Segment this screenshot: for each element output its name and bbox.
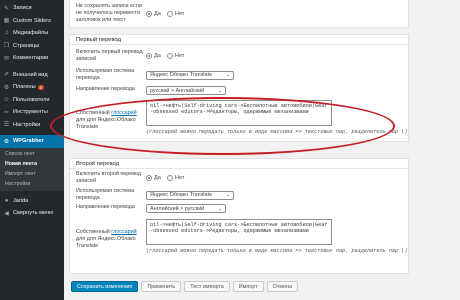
- section-title: Второй перевод: [70, 159, 408, 169]
- sidebar-item-users[interactable]: ☺ Пользователи: [0, 94, 64, 107]
- collapse-menu-button[interactable]: ◀ Свернуть меню: [0, 207, 64, 220]
- sidebar-item-comments[interactable]: ✉ Комментарии: [0, 52, 64, 65]
- sidebar-item-label: Страницы: [13, 42, 40, 49]
- system-label: Используемая система перевода: [76, 68, 134, 81]
- enable-second-no-radio[interactable]: [166, 175, 173, 181]
- sidebar-item-tools[interactable]: ✂ Инструменты: [0, 106, 64, 119]
- sidebar-item-custom-sliders[interactable]: ▦ Custom Sliders: [0, 15, 64, 28]
- skip-untranslated-no-radio[interactable]: [166, 11, 173, 17]
- first-translation-panel: Первый перевод Включить первый перевод з…: [69, 34, 409, 142]
- second-glossary-textarea[interactable]: oil->нефть|Self-driving cars->Беспилотны…: [146, 219, 332, 245]
- top-settings-panel: Не сохранять записи если не получилось п…: [69, 0, 409, 28]
- skip-untranslated-label: Не сохранять записи если не получилось п…: [76, 3, 142, 23]
- wpgrabber-icon: ⚙: [3, 138, 10, 145]
- sidebar-item-appearance[interactable]: ✐ Внешний вид: [0, 69, 64, 82]
- second-direction-select[interactable]: Английский > русский ⌄: [146, 204, 226, 213]
- apply-button[interactable]: Применить: [141, 281, 182, 292]
- glossary-hint: (глоссарий можно передать только в виде …: [146, 248, 408, 254]
- glossary-hint: (глоссарий можно передать только в виде …: [146, 129, 408, 135]
- first-glossary-textarea[interactable]: oil->нефть|Self-driving cars->Беспилотны…: [146, 100, 332, 126]
- radio-label: Нет: [174, 53, 185, 59]
- radio-label: Нет: [174, 11, 185, 17]
- pin-icon: ✎: [3, 5, 10, 12]
- chevron-down-icon: ⌄: [225, 72, 230, 78]
- enable-second-label: Включить второй перевод записей: [76, 171, 142, 184]
- glossary-label: Собственный глоссарий для для Яндекс.Обл…: [76, 229, 137, 249]
- comments-icon: ✉: [3, 55, 10, 62]
- sidebar-item-wpgrabber[interactable]: ⚙ WPGrabber: [0, 135, 64, 148]
- select-value: Яндекс.Облако Translate: [150, 192, 212, 198]
- users-icon: ☺: [3, 96, 10, 103]
- direction-label: Направление перевода: [76, 86, 135, 92]
- form-actions: Сохранить изменения Применить Тест импор…: [71, 281, 298, 292]
- direction-label: Направление перевода: [76, 204, 135, 210]
- settings-icon: ☰: [3, 122, 10, 129]
- select-value: Яндекс.Облако Translate: [150, 72, 212, 78]
- second-translation-panel: Второй перевод Включить второй перевод з…: [69, 158, 409, 274]
- sidebar-item-label: Custom Sliders: [13, 17, 51, 24]
- sidebar-item-label: Записи: [13, 5, 32, 12]
- admin-sidebar: ✎ Записи ▦ Custom Sliders ♫ Медиафайлы ❐ Стр…: [0, 0, 64, 300]
- first-system-select[interactable]: Яндекс.Облако Translate ⌄: [146, 70, 234, 80]
- sidebar-item-label: Комментарии: [13, 55, 49, 62]
- skip-untranslated-yes-radio[interactable]: [146, 11, 152, 17]
- cancel-button[interactable]: Отмена: [266, 281, 298, 292]
- radio-label: Нет: [174, 175, 185, 181]
- grid-icon: ▦: [3, 18, 10, 25]
- second-system-select[interactable]: Яндекс.Облако Translate ⌄: [146, 190, 234, 200]
- media-icon: ♫: [4, 30, 9, 37]
- select-value: русский > Английский: [150, 87, 205, 94]
- update-count-badge: 5: [37, 84, 44, 90]
- glossary-link[interactable]: глоссарий: [111, 110, 136, 116]
- submenu-item-settings[interactable]: Настройки: [0, 179, 64, 189]
- sidebar-item-plugins[interactable]: ⚙ Плагины 5: [0, 81, 64, 94]
- tools-icon: ✂: [3, 109, 10, 116]
- test-import-button[interactable]: Тест импорта: [184, 281, 230, 292]
- brush-icon: ✐: [3, 72, 10, 79]
- wpgrabber-submenu: Список лент Новая лента Импорт лент Наст…: [0, 147, 64, 191]
- enable-second-yes-radio[interactable]: [146, 175, 152, 181]
- glossary-link[interactable]: глоссарий: [111, 229, 136, 235]
- first-direction-select[interactable]: русский > Английский ⌄: [146, 86, 226, 95]
- sidebar-item-pages[interactable]: ❐ Страницы: [0, 40, 64, 53]
- radio-label: Да: [154, 11, 161, 17]
- collapse-icon: ◀: [4, 210, 9, 217]
- enable-first-label: Включить первый перевод записей: [76, 49, 143, 62]
- save-button[interactable]: Сохранить изменения: [71, 281, 139, 292]
- sidebar-item-media[interactable]: ♫ Медиафайлы: [0, 27, 64, 40]
- system-label: Используемая система перевода: [76, 188, 134, 201]
- main-content: Не сохранять записи если не получилось п…: [64, 0, 460, 300]
- enable-first-yes-radio[interactable]: [146, 53, 152, 59]
- section-title: Первый перевод: [70, 35, 408, 45]
- sidebar-item-label: Пользователи: [13, 96, 50, 103]
- chevron-down-icon: ⌄: [225, 192, 230, 198]
- enable-first-no-radio[interactable]: [166, 53, 173, 59]
- sidebar-item-settings[interactable]: ☰ Настройки: [0, 119, 64, 132]
- sidebar-item-label: WPGrabber: [13, 138, 44, 145]
- submenu-item-import-feeds[interactable]: Импорт лент: [0, 169, 64, 179]
- submenu-item-new-feed[interactable]: Новая лента: [0, 159, 64, 169]
- chevron-down-icon: ⌄: [217, 205, 222, 212]
- sidebar-item-label: Свернуть меню: [13, 210, 54, 217]
- select-value: Английский > русский: [150, 205, 205, 212]
- sidebar-item-jarida[interactable]: ● Jarida: [0, 195, 64, 208]
- sidebar-item-label: Медиафайлы: [13, 30, 49, 37]
- radio-label: Да: [154, 175, 161, 181]
- jarida-icon: ●: [4, 197, 9, 204]
- sidebar-item-label: Плагины: [13, 84, 36, 91]
- sidebar-item-label: Внешний вид: [13, 71, 48, 78]
- glossary-label: Собственный глоссарий для для Яндекс.Обл…: [76, 110, 137, 130]
- plugin-icon: ⚙: [3, 84, 10, 91]
- chevron-down-icon: ⌄: [217, 87, 222, 94]
- sidebar-item-label: Настройки: [13, 121, 41, 128]
- import-button[interactable]: Импорт: [232, 281, 264, 292]
- sidebar-item-label: Jarida: [13, 197, 29, 204]
- sidebar-item-label: Инструменты: [13, 109, 48, 116]
- submenu-item-feed-list[interactable]: Список лент: [0, 149, 64, 159]
- sidebar-item-posts[interactable]: ✎ Записи: [0, 2, 64, 15]
- radio-label: Да: [154, 53, 161, 59]
- pages-icon: ❐: [3, 43, 10, 50]
